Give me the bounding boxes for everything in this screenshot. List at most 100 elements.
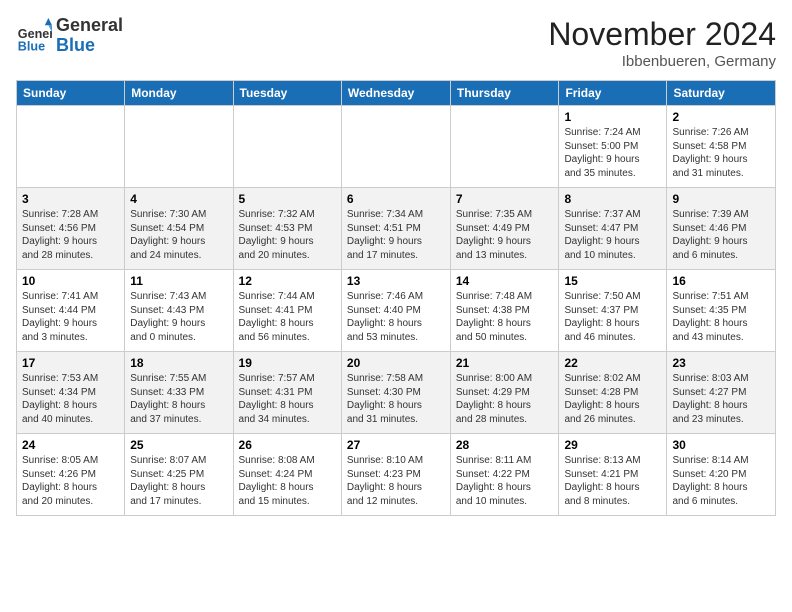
- day-info: Sunrise: 8:00 AMSunset: 4:29 PMDaylight:…: [456, 372, 554, 426]
- calendar-cell: 2 Sunrise: 7:26 AMSunset: 4:58 PMDaylight…: [667, 106, 776, 188]
- day-info: Sunrise: 8:03 AMSunset: 4:27 PMDaylight:…: [672, 372, 770, 426]
- calendar-cell: 9 Sunrise: 7:39 AMSunset: 4:46 PMDaylight…: [667, 188, 776, 270]
- calendar-cell: 17Sunrise: 7:53 AMSunset: 4:34 PMDayligh…: [17, 352, 125, 434]
- calendar-cell: 4 Sunrise: 7:30 AMSunset: 4:54 PMDaylight…: [125, 188, 233, 270]
- month-title: November 2024: [548, 16, 776, 53]
- calendar-cell: [17, 106, 125, 188]
- day-info: Sunrise: 7:35 AMSunset: 4:49 PMDaylight:…: [456, 208, 554, 262]
- day-info: Sunrise: 7:26 AMSunset: 4:58 PMDaylight:…: [672, 126, 770, 180]
- calendar-cell: 25Sunrise: 8:07 AMSunset: 4:25 PMDayligh…: [125, 434, 233, 516]
- calendar-cell: [233, 106, 341, 188]
- day-number: 18: [130, 356, 227, 370]
- calendar-cell: 26 Sunrise: 8:08 AMSunset: 4:24 PMDayligh…: [233, 434, 341, 516]
- day-info: Sunrise: 7:39 AMSunset: 4:46 PMDaylight:…: [672, 208, 770, 262]
- location: Ibbenbueren, Germany: [548, 53, 776, 70]
- day-number: 15: [564, 274, 661, 288]
- day-info: Sunrise: 8:02 AMSunset: 4:28 PMDaylight:…: [564, 372, 661, 426]
- day-number: 17: [22, 356, 119, 370]
- day-number: 3: [22, 192, 119, 206]
- calendar-cell: 28 Sunrise: 8:11 AMSunset: 4:22 PMDayligh…: [450, 434, 559, 516]
- day-info: Sunrise: 7:32 AMSunset: 4:53 PMDaylight:…: [239, 208, 336, 262]
- calendar-cell: 10 Sunrise: 7:41 AMSunset: 4:44 PMDayligh…: [17, 270, 125, 352]
- day-number: 11: [130, 274, 227, 288]
- calendar-cell: 18 Sunrise: 7:55 AMSunset: 4:33 PMDayligh…: [125, 352, 233, 434]
- day-info: Sunrise: 7:50 AMSunset: 4:37 PMDaylight:…: [564, 290, 661, 344]
- day-info: Sunrise: 7:43 AMSunset: 4:43 PMDaylight:…: [130, 290, 227, 344]
- calendar-cell: 20 Sunrise: 7:58 AMSunset: 4:30 PMDayligh…: [341, 352, 450, 434]
- day-number: 27: [347, 438, 445, 452]
- day-number: 20: [347, 356, 445, 370]
- day-number: 24: [22, 438, 119, 452]
- calendar-cell: 14 Sunrise: 7:48 AMSunset: 4:38 PMDayligh…: [450, 270, 559, 352]
- day-info: Sunrise: 7:28 AMSunset: 4:56 PMDaylight:…: [22, 208, 119, 262]
- day-number: 2: [672, 110, 770, 124]
- day-info: Sunrise: 7:46 AMSunset: 4:40 PMDaylight:…: [347, 290, 445, 344]
- calendar-cell: [450, 106, 559, 188]
- day-info: Sunrise: 7:55 AMSunset: 4:33 PMDaylight:…: [130, 372, 227, 426]
- day-number: 1: [564, 110, 661, 124]
- calendar-cell: [341, 106, 450, 188]
- day-number: 21: [456, 356, 554, 370]
- day-info: Sunrise: 7:34 AMSunset: 4:51 PMDaylight:…: [347, 208, 445, 262]
- weekday-header-saturday: Saturday: [667, 81, 776, 106]
- title-block: November 2024 Ibbenbueren, Germany: [548, 16, 776, 70]
- logo-general: General: [56, 16, 123, 36]
- day-number: 22: [564, 356, 661, 370]
- page: General Blue General Blue November 2024 …: [0, 0, 792, 526]
- day-number: 8: [564, 192, 661, 206]
- day-number: 29: [564, 438, 661, 452]
- day-info: Sunrise: 8:05 AMSunset: 4:26 PMDaylight:…: [22, 454, 119, 508]
- weekday-header-wednesday: Wednesday: [341, 81, 450, 106]
- day-number: 28: [456, 438, 554, 452]
- weekday-header-sunday: Sunday: [17, 81, 125, 106]
- day-number: 9: [672, 192, 770, 206]
- calendar-cell: 3 Sunrise: 7:28 AMSunset: 4:56 PMDaylight…: [17, 188, 125, 270]
- calendar-cell: 23 Sunrise: 8:03 AMSunset: 4:27 PMDayligh…: [667, 352, 776, 434]
- day-info: Sunrise: 8:14 AMSunset: 4:20 PMDaylight:…: [672, 454, 770, 508]
- weekday-header-tuesday: Tuesday: [233, 81, 341, 106]
- day-number: 19: [239, 356, 336, 370]
- day-info: Sunrise: 7:41 AMSunset: 4:44 PMDaylight:…: [22, 290, 119, 344]
- svg-text:Blue: Blue: [18, 39, 45, 53]
- calendar-cell: 13Sunrise: 7:46 AMSunset: 4:40 PMDayligh…: [341, 270, 450, 352]
- day-number: 14: [456, 274, 554, 288]
- calendar-cell: 21 Sunrise: 8:00 AMSunset: 4:29 PMDayligh…: [450, 352, 559, 434]
- day-info: Sunrise: 8:10 AMSunset: 4:23 PMDaylight:…: [347, 454, 445, 508]
- calendar-cell: 19Sunrise: 7:57 AMSunset: 4:31 PMDayligh…: [233, 352, 341, 434]
- day-number: 5: [239, 192, 336, 206]
- day-number: 7: [456, 192, 554, 206]
- calendar-cell: 15 Sunrise: 7:50 AMSunset: 4:37 PMDayligh…: [559, 270, 667, 352]
- calendar-cell: 1 Sunrise: 7:24 AMSunset: 5:00 PMDaylight…: [559, 106, 667, 188]
- day-number: 16: [672, 274, 770, 288]
- day-number: 26: [239, 438, 336, 452]
- day-number: 23: [672, 356, 770, 370]
- day-info: Sunrise: 7:30 AMSunset: 4:54 PMDaylight:…: [130, 208, 227, 262]
- calendar-cell: 24 Sunrise: 8:05 AMSunset: 4:26 PMDayligh…: [17, 434, 125, 516]
- calendar-cell: 5 Sunrise: 7:32 AMSunset: 4:53 PMDaylight…: [233, 188, 341, 270]
- weekday-header-monday: Monday: [125, 81, 233, 106]
- logo-icon: General Blue: [16, 18, 52, 54]
- calendar: SundayMondayTuesdayWednesdayThursdayFrid…: [16, 80, 776, 516]
- weekday-header-thursday: Thursday: [450, 81, 559, 106]
- header: General Blue General Blue November 2024 …: [16, 16, 776, 70]
- day-info: Sunrise: 7:48 AMSunset: 4:38 PMDaylight:…: [456, 290, 554, 344]
- day-info: Sunrise: 8:08 AMSunset: 4:24 PMDaylight:…: [239, 454, 336, 508]
- day-number: 4: [130, 192, 227, 206]
- logo: General Blue General Blue: [16, 16, 123, 56]
- day-number: 10: [22, 274, 119, 288]
- calendar-cell: 7 Sunrise: 7:35 AMSunset: 4:49 PMDaylight…: [450, 188, 559, 270]
- day-number: 6: [347, 192, 445, 206]
- weekday-header-friday: Friday: [559, 81, 667, 106]
- logo-blue: Blue: [56, 36, 123, 56]
- calendar-cell: 16 Sunrise: 7:51 AMSunset: 4:35 PMDayligh…: [667, 270, 776, 352]
- calendar-cell: 27 Sunrise: 8:10 AMSunset: 4:23 PMDayligh…: [341, 434, 450, 516]
- day-info: Sunrise: 7:51 AMSunset: 4:35 PMDaylight:…: [672, 290, 770, 344]
- day-info: Sunrise: 7:37 AMSunset: 4:47 PMDaylight:…: [564, 208, 661, 262]
- day-info: Sunrise: 7:44 AMSunset: 4:41 PMDaylight:…: [239, 290, 336, 344]
- day-info: Sunrise: 7:24 AMSunset: 5:00 PMDaylight:…: [564, 126, 661, 180]
- day-number: 12: [239, 274, 336, 288]
- calendar-cell: 8 Sunrise: 7:37 AMSunset: 4:47 PMDaylight…: [559, 188, 667, 270]
- day-info: Sunrise: 7:58 AMSunset: 4:30 PMDaylight:…: [347, 372, 445, 426]
- calendar-cell: 29Sunrise: 8:13 AMSunset: 4:21 PMDayligh…: [559, 434, 667, 516]
- day-info: Sunrise: 8:11 AMSunset: 4:22 PMDaylight:…: [456, 454, 554, 508]
